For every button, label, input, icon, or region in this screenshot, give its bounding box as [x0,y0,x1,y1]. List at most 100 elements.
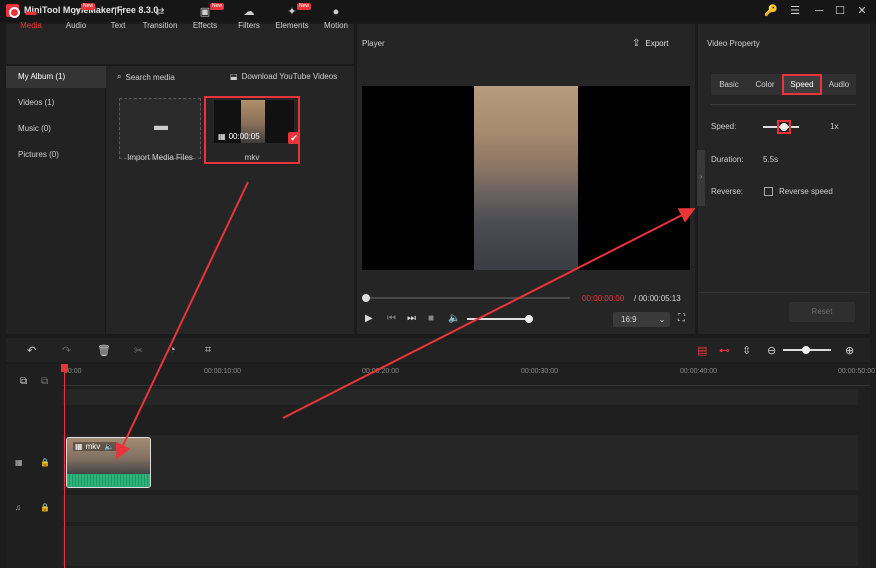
video-track[interactable] [62,435,858,490]
media-duration: ▦ 00:00:05 [218,132,260,141]
tab-speed[interactable]: Speed [782,74,822,95]
playhead[interactable] [64,364,65,568]
property-panel [698,24,870,334]
current-time: 00:00:00:00 [582,294,625,303]
close-button[interactable]: ✕ [851,2,873,20]
key-icon[interactable]: 🔑 [760,2,782,20]
new-badge: New [296,3,311,10]
audio-mix-icon[interactable]: ⇳ [742,344,751,357]
timeline-ruler[interactable] [62,364,870,386]
zoom-knob[interactable] [802,346,810,354]
album-list: My Album (1) Videos (1) Music (0) Pictur… [6,66,106,334]
search-media[interactable]: ⌕ Search media [117,72,175,82]
redo-icon[interactable]: ↷ [62,344,71,357]
stop-icon[interactable]: ■ [428,313,434,324]
filters-icon: ☁ [243,6,255,18]
property-title: Video Property [707,39,760,48]
lock-icon[interactable]: 🔒 [40,458,50,467]
progress-knob[interactable] [362,294,370,302]
album-item-videos[interactable]: Videos (1) [6,92,106,114]
progress-track[interactable] [366,297,570,299]
album-item-music[interactable]: Music (0) [6,118,106,140]
motion-icon: ● [332,6,340,18]
reverse-label: Reverse: [711,187,744,196]
music-track[interactable] [62,495,858,522]
toolbar-motion[interactable]: ● Motion [315,5,357,37]
film-icon: ▦ [75,442,83,451]
tab-basic[interactable]: Basic [711,74,747,95]
transition-icon: ⇄ [155,6,165,18]
aspect-ratio-select[interactable]: 16:9 ⌄ [613,312,670,327]
tick-label: 00:00:20:00 [362,368,399,375]
lock-icon[interactable]: 🔒 [40,503,50,512]
total-time: / 00:00:05:13 [634,294,681,303]
divider [698,292,870,293]
media-thumbnail: ▦ 00:00:05 ✔ [214,100,300,144]
duration-value: 5.5s [763,155,779,164]
toolbar-text[interactable]: Tт Text [97,5,139,37]
album-item-pictures[interactable]: Pictures (0) [6,144,106,166]
copy-track-icon[interactable]: ⧉ [41,376,48,387]
new-badge: New [209,3,224,10]
tab-audio[interactable]: Audio [822,74,856,95]
volume-slider[interactable] [467,318,529,320]
split-screen-icon[interactable]: ▤ [697,344,707,357]
audio-waveform [67,474,150,487]
overlay-track[interactable] [62,389,858,405]
volume-knob[interactable] [525,315,533,323]
reverse-speed-checkbox[interactable] [764,187,773,196]
tick-label: 00:00:10:00 [204,368,241,375]
add-track-icon[interactable]: ⧉ [20,376,27,387]
tick-label: 00:00:40:00 [680,368,717,375]
new-badge: New [80,3,95,10]
download-youtube-link[interactable]: ⬓ Download YouTube Videos [230,72,337,81]
toolbar-audio[interactable]: New ♫ Audio [55,3,97,37]
export-button[interactable]: ⇪ Export [632,38,669,49]
delete-icon[interactable]: 🗑 [97,344,111,357]
prev-frame-icon[interactable]: ⏮ [387,313,396,324]
extra-track[interactable] [62,526,858,566]
player-title: Player [362,39,385,48]
download-icon: ⬓ [230,72,238,81]
import-media-tile[interactable]: ▬ [119,98,201,159]
crop-icon[interactable]: ⌗ [205,344,211,357]
reverse-speed-label: Reverse speed [779,187,833,196]
toolbar-filters[interactable]: ☁ Filters [228,5,270,37]
play-icon[interactable]: ▶ [365,313,373,324]
chevron-down-icon: ⌄ [658,315,666,324]
next-frame-icon[interactable]: ⏭ [407,313,416,324]
check-icon[interactable]: ✔ [288,132,300,144]
maximize-button[interactable]: ☐ [829,2,851,20]
playhead-handle[interactable] [61,364,68,372]
film-icon: ▦ [218,132,226,141]
toolbar-elements[interactable]: New ✦ Elements [271,3,313,37]
undo-icon[interactable]: ↶ [27,344,36,357]
speed-knob[interactable] [780,123,788,131]
menu-icon[interactable]: ☰ [784,2,806,20]
folder-icon: ▬ [25,6,37,18]
timeline-clip[interactable]: ▦ mkv 🔈 [66,437,151,488]
volume-icon[interactable]: 🔈 [448,313,460,324]
album-item-my-album[interactable]: My Album (1) [6,66,106,88]
link-icon[interactable]: ⊷ [719,344,730,357]
fullscreen-icon[interactable]: ⛶ [678,313,685,324]
zoom-out-icon[interactable]: ⊖ [767,344,776,357]
media-item-label: mkv [244,153,260,162]
music-track-icon: ♫ [15,503,21,512]
tab-color[interactable]: Color [748,74,782,95]
collapse-panel-button[interactable]: › [697,150,705,206]
tick-label: 00:00:50:00 [838,368,875,375]
zoom-in-icon[interactable]: ⊕ [845,344,854,357]
toolbar-media[interactable]: ▬ Media [10,5,52,37]
speaker-icon: 🔈 [104,442,115,451]
media-item-mkv[interactable]: ▦ 00:00:05 ✔ mkv [204,96,300,164]
clip-label: ▦ mkv 🔈 [73,442,117,451]
text-icon: Tт [112,6,124,18]
split-icon[interactable]: ✂ [134,344,143,357]
reset-button[interactable]: Reset [789,302,855,322]
video-track-icon: ▦ [15,458,23,467]
toolbar-transition[interactable]: ⇄ Transition [139,5,181,37]
speed-icon[interactable]: ◔ [169,344,176,356]
toolbar-effects[interactable]: New ▣ Effects [184,3,226,37]
minimize-button[interactable]: ─ [808,2,830,20]
